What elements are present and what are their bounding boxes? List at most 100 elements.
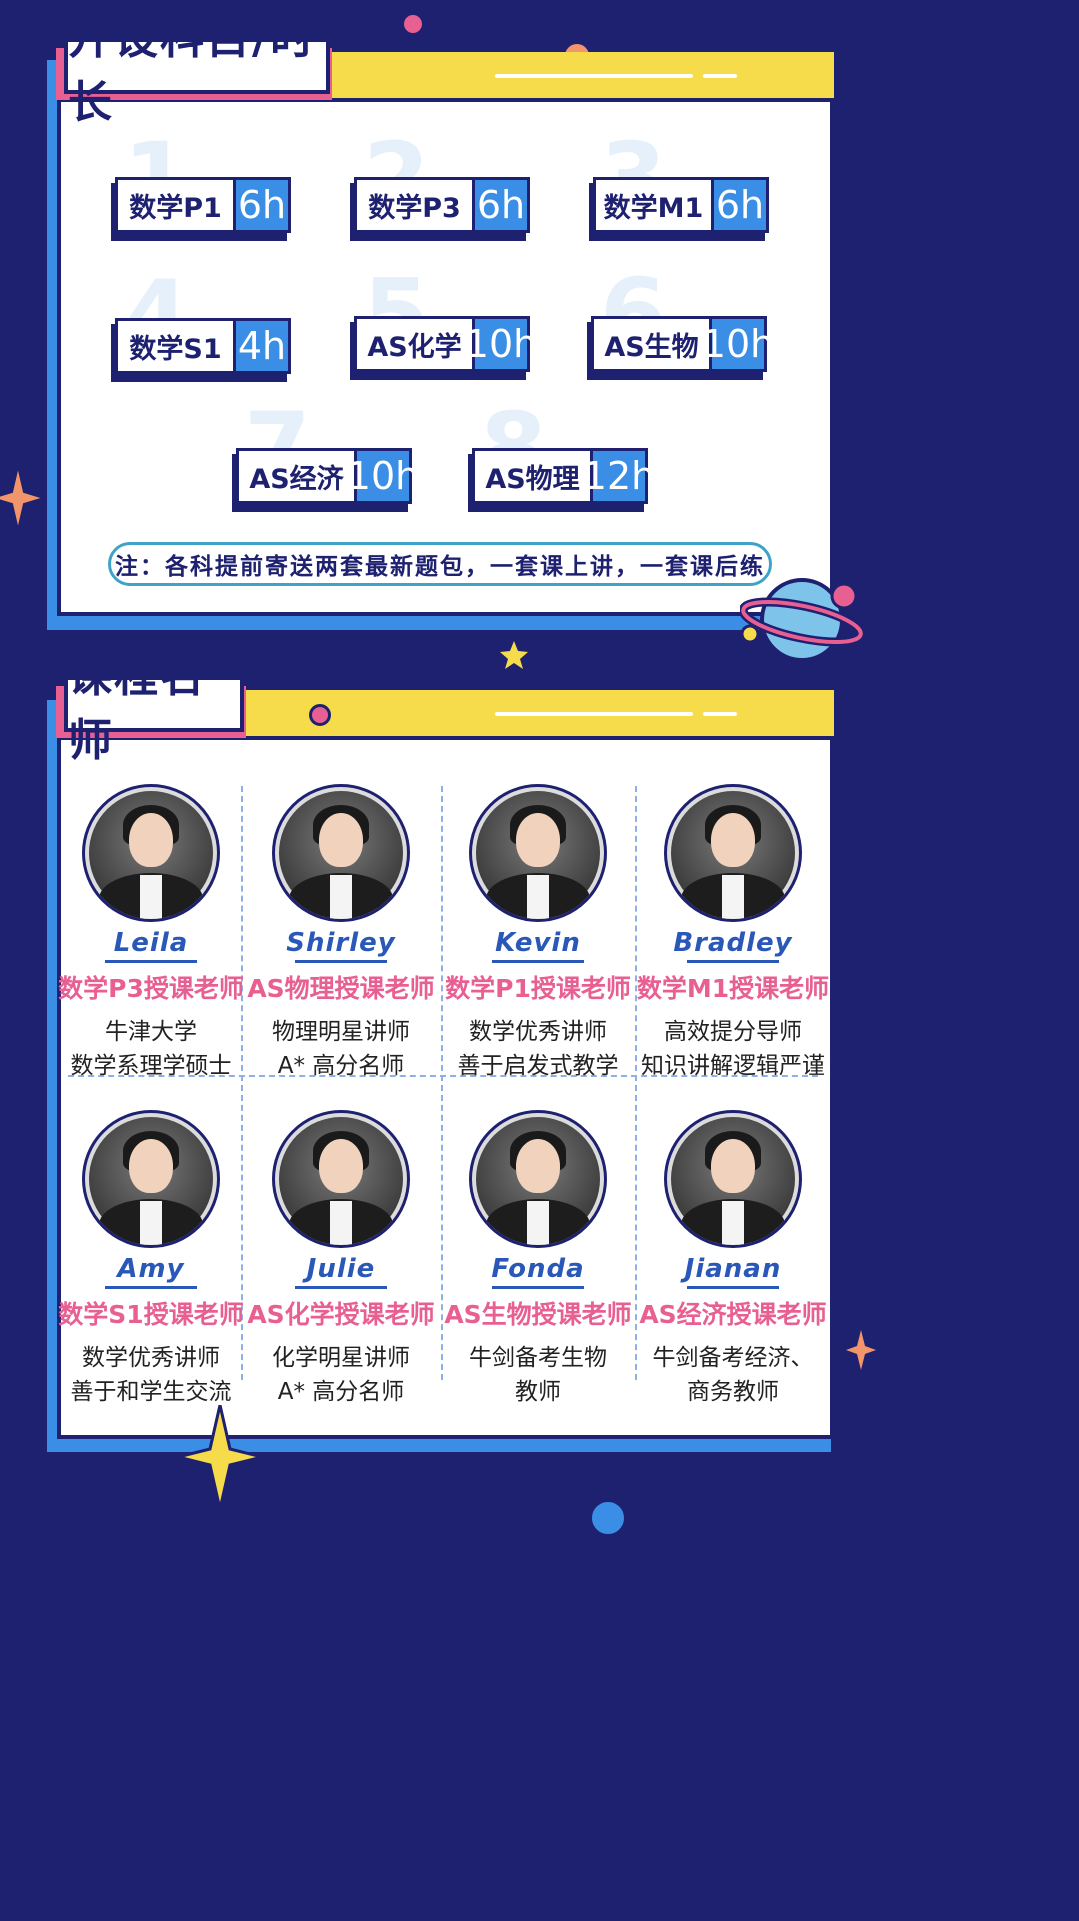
teacher-name-underline xyxy=(105,960,197,963)
teacher-desc-line-1: 数学优秀讲师 xyxy=(469,1019,607,1045)
subject-card: AS生物 10h xyxy=(591,316,774,372)
teacher-name: Amy xyxy=(117,1254,185,1284)
teacher-description: 化学明星讲师 A* 高分名师 xyxy=(236,1341,446,1409)
teacher-desc-line-2: 商务教师 xyxy=(687,1379,779,1405)
teacher-name-underline xyxy=(105,1286,197,1289)
subject-hours: 6h xyxy=(711,177,769,233)
teacher-avatar xyxy=(272,784,410,922)
teacher-role: AS生物授课老师 xyxy=(444,1300,632,1329)
subject-card: AS物理 12h xyxy=(472,448,655,504)
teacher-card: Amy 数学S1授课老师 数学优秀讲师 善于和学生交流 xyxy=(46,1110,256,1409)
teacher-role: AS经济授课老师 xyxy=(639,1300,827,1329)
teacher-desc-line-1: 化学明星讲师 xyxy=(272,1345,410,1371)
subject-card: 数学M1 6h xyxy=(593,177,769,233)
teacher-description: 物理明星讲师 A* 高分名师 xyxy=(236,1015,446,1083)
teacher-role: 数学P1授课老师 xyxy=(445,974,631,1003)
pink-dot-icon xyxy=(401,12,425,36)
teacher-desc-line-2: 善于和学生交流 xyxy=(70,1379,232,1405)
planet-icon xyxy=(740,578,864,662)
subject-name: AS物理 xyxy=(472,448,590,504)
subject-name: 数学P1 xyxy=(115,177,233,233)
teacher-desc-line-1: 牛剑备考经济、 xyxy=(652,1345,814,1371)
teacher-desc-line-2: 善于启发式教学 xyxy=(457,1053,619,1079)
subject-name: 数学M1 xyxy=(593,177,711,233)
teacher-desc-line-2: 教师 xyxy=(515,1379,561,1405)
teacher-description: 数学优秀讲师 善于和学生交流 xyxy=(46,1341,256,1409)
subject-name: 数学S1 xyxy=(115,318,233,374)
teacher-name-underline xyxy=(687,960,779,963)
teacher-name-underline xyxy=(687,1286,779,1289)
teacher-card: Shirley AS物理授课老师 物理明星讲师 A* 高分名师 xyxy=(236,784,446,1083)
teacher-role: 数学S1授课老师 xyxy=(58,1300,244,1329)
teacher-card: Bradley 数学M1授课老师 高效提分导师 知识讲解逻辑严谨 xyxy=(628,784,838,1083)
teacher-desc-line-2: 知识讲解逻辑严谨 xyxy=(641,1053,825,1079)
teacher-avatar xyxy=(272,1110,410,1248)
teacher-name-underline xyxy=(295,960,387,963)
subject-card: 数学S1 4h xyxy=(115,318,291,374)
subject-name: AS经济 xyxy=(236,448,354,504)
teacher-description: 数学优秀讲师 善于启发式教学 xyxy=(433,1015,643,1083)
teacher-avatar xyxy=(664,1110,802,1248)
subject-hours: 6h xyxy=(233,177,291,233)
star-icon xyxy=(500,641,528,669)
teacher-desc-line-1: 牛剑备考生物 xyxy=(469,1345,607,1371)
teacher-desc-line-2: A* 高分名师 xyxy=(277,1053,405,1079)
subjects-note: 注：各科提前寄送两套最新题包，一套课上讲，一套课后练 xyxy=(108,542,772,586)
teacher-role: 数学P3授课老师 xyxy=(58,974,244,1003)
teacher-card: Leila 数学P3授课老师 牛津大学数学系理学硕士 xyxy=(46,784,256,1083)
teacher-role: 数学M1授课老师 xyxy=(636,974,830,1003)
star-icon xyxy=(846,1330,876,1370)
teacher-description: 牛剑备考生物 教师 xyxy=(433,1341,643,1409)
subject-card: 数学P1 6h xyxy=(115,177,291,233)
teacher-avatar xyxy=(82,1110,220,1248)
subject-name: 数学P3 xyxy=(354,177,472,233)
teacher-card: Kevin 数学P1授课老师 数学优秀讲师 善于启发式教学 xyxy=(433,784,643,1083)
teacher-description: 牛剑备考经济、 商务教师 xyxy=(628,1341,838,1409)
teacher-name-underline xyxy=(492,960,584,963)
teacher-name: Shirley xyxy=(286,928,396,958)
subject-card: 数学P3 6h xyxy=(354,177,530,233)
subject-card: AS化学 10h xyxy=(354,316,537,372)
teacher-desc-line-1: 牛津大学 xyxy=(105,1019,197,1045)
teacher-description: 高效提分导师 知识讲解逻辑严谨 xyxy=(628,1015,838,1083)
subject-hours: 6h xyxy=(472,177,530,233)
teachers-title: 课程名师 xyxy=(64,651,244,766)
subject-name: AS化学 xyxy=(354,316,472,372)
teacher-name: Fonda xyxy=(491,1254,585,1284)
teacher-card: Jianan AS经济授课老师 牛剑备考经济、 商务教师 xyxy=(628,1110,838,1409)
star-icon xyxy=(178,1405,262,1509)
teacher-avatar xyxy=(82,784,220,922)
teacher-name: Julie xyxy=(306,1254,376,1284)
teacher-name-underline xyxy=(492,1286,584,1289)
subject-hours: 10h xyxy=(702,316,774,372)
teacher-name: Bradley xyxy=(673,928,793,958)
header-decor-line xyxy=(495,74,693,78)
teacher-name: Kevin xyxy=(495,928,581,958)
blue-dot-icon xyxy=(588,1498,628,1538)
teacher-desc-line-1: 数学优秀讲师 xyxy=(82,1345,220,1371)
teacher-name: Jianan xyxy=(684,1254,782,1284)
header-decor-line xyxy=(703,712,737,716)
teacher-role: AS物理授课老师 xyxy=(247,974,435,1003)
subject-hours: 4h xyxy=(233,318,291,374)
teacher-avatar xyxy=(469,1110,607,1248)
subject-hours: 10h xyxy=(347,448,419,504)
subject-hours: 12h xyxy=(583,448,655,504)
teacher-card: Julie AS化学授课老师化学明星讲师 A* 高分名师 xyxy=(236,1110,446,1409)
teacher-role: AS化学授课老师 xyxy=(247,1300,435,1329)
teacher-card: Fonda AS生物授课老师 牛剑备考生物 教师 xyxy=(433,1110,643,1409)
teacher-description: 牛津大学数学系理学硕士 xyxy=(46,1015,256,1083)
teacher-desc-line-1: 物理明星讲师 xyxy=(272,1019,410,1045)
header-decor-line xyxy=(495,712,693,716)
star-icon xyxy=(0,466,44,530)
header-decor-line xyxy=(703,74,737,78)
subjects-title: 开设科目/时长 xyxy=(64,13,330,128)
teacher-name: Leila xyxy=(113,928,189,958)
teacher-avatar xyxy=(469,784,607,922)
teacher-name-underline xyxy=(295,1286,387,1289)
teacher-avatar xyxy=(664,784,802,922)
teacher-desc-line-2: 数学系理学硕士 xyxy=(70,1053,232,1079)
teacher-desc-line-1: 高效提分导师 xyxy=(664,1019,802,1045)
subject-card: AS经济 10h xyxy=(236,448,419,504)
pink-dot-icon xyxy=(309,704,331,726)
